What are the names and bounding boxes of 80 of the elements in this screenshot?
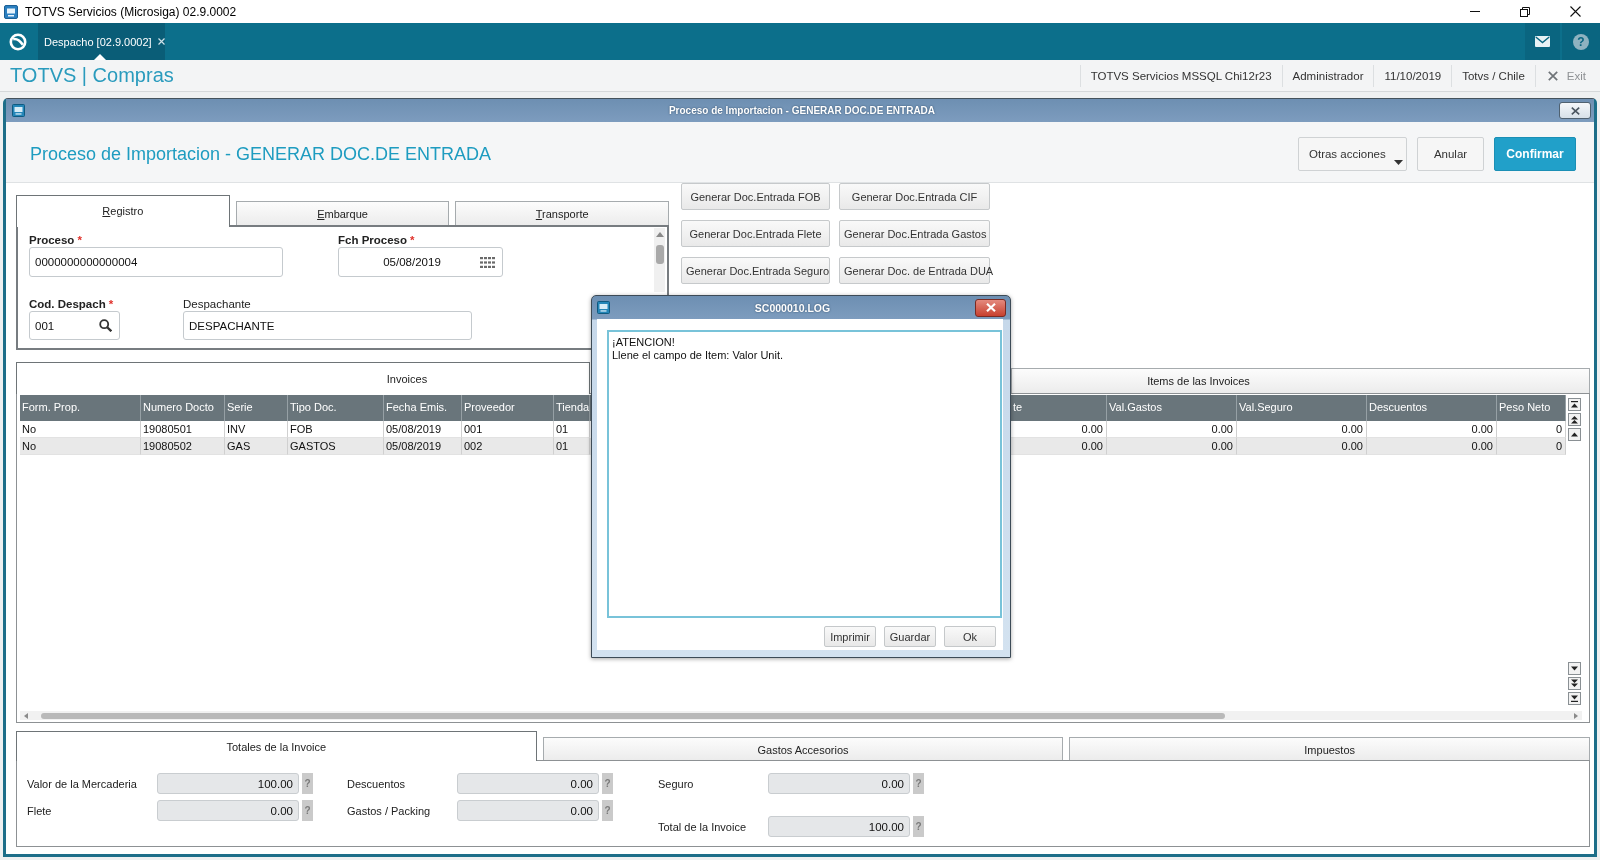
table-cell: 05/08/2019 xyxy=(384,438,462,455)
close-icon xyxy=(1570,106,1580,115)
app-tab[interactable]: Despacho [02.9.0002] xyxy=(38,23,165,60)
tab[interactable]: Items de las Invoices xyxy=(1011,368,1590,393)
close-button[interactable] xyxy=(1559,102,1591,119)
field-label: Total de la Invoice xyxy=(658,820,748,833)
table-cell: 01 xyxy=(554,438,590,455)
tab[interactable]: Impuestos xyxy=(1069,737,1590,760)
tab[interactable]: Registro xyxy=(16,195,230,227)
arrow-up-icon[interactable] xyxy=(1567,428,1581,441)
document-button[interactable]: Generar Doc.Entrada Gastos xyxy=(839,220,990,247)
window-icon xyxy=(12,104,25,117)
session-info-text: Administrador xyxy=(1281,64,1374,87)
arrow-down-icon[interactable] xyxy=(1567,662,1581,675)
field-label: Valor de la Mercaderia xyxy=(27,777,138,790)
table-cell: 0.00 xyxy=(1107,438,1237,455)
module-title: TOTVS | Compras xyxy=(10,64,174,87)
envelope-icon xyxy=(1535,36,1550,47)
lookup-field[interactable]: 001 xyxy=(29,311,120,340)
menu-button[interactable]: Otras acciones xyxy=(1298,137,1407,171)
date-field[interactable]: 05/08/2019 xyxy=(338,247,503,277)
log-line: Llene el campo de Item: Valor Unit. xyxy=(612,349,784,362)
window-title: TOTVS Servicios (Microsiga) 02.9.0002 xyxy=(25,4,237,19)
field-label: Cod. Despach * xyxy=(29,298,115,311)
field-label: Fch Proceso * xyxy=(338,234,416,247)
table-cell: 0.00 xyxy=(1237,438,1367,455)
arrow-bar-up-icon[interactable] xyxy=(1567,398,1581,411)
search-icon[interactable] xyxy=(99,319,112,332)
horizontal-scrollbar[interactable] xyxy=(20,711,1582,720)
field-label: Flete xyxy=(27,804,53,817)
calendar-icon[interactable] xyxy=(480,256,495,268)
dialog-title: SC000010.LOG xyxy=(753,301,832,314)
field-label: Seguro xyxy=(658,777,695,790)
text-field[interactable]: DESPACHANTE xyxy=(183,311,472,340)
close-icon xyxy=(985,303,996,312)
tab[interactable]: Invoices xyxy=(16,362,590,394)
caret-icon xyxy=(1394,160,1403,165)
window-title: Proceso de Importacion - GENERAR DOC.DE ENTRADA xyxy=(667,105,937,116)
field-label: Proceso * xyxy=(29,234,83,247)
session-info-text: 11/10/2019 xyxy=(1373,64,1452,87)
close-button[interactable] xyxy=(975,298,1006,317)
table-cell: GAS xyxy=(225,438,288,455)
double-arrow-up-icon[interactable] xyxy=(1567,413,1581,426)
double-arrow-down-icon[interactable] xyxy=(1567,677,1581,690)
document-button[interactable]: Generar Doc.Entrada FOB xyxy=(681,183,830,210)
document-button[interactable]: Generar Doc.Entrada Seguro xyxy=(681,257,830,284)
dialog-button[interactable]: Guardar xyxy=(884,626,936,647)
table-cell: 0 xyxy=(1497,438,1566,455)
action-button[interactable]: Anular xyxy=(1417,137,1484,171)
text-field[interactable]: 0000000000000004 xyxy=(29,247,283,277)
tab[interactable]: Totales de la Invoice xyxy=(16,731,537,761)
tab[interactable]: Gastos Accesorios xyxy=(542,737,1064,760)
table-cell: 19080502 xyxy=(141,438,225,455)
session-info-text: TOTVS Servicios MSSQL Chi12r23 xyxy=(1079,64,1282,87)
field-label: Despachante xyxy=(183,298,252,311)
tab[interactable]: Embarque xyxy=(235,201,450,225)
vertical-scrollbar[interactable] xyxy=(654,228,665,292)
restore-icon[interactable] xyxy=(1520,6,1530,17)
field-label: Descuentos xyxy=(347,777,407,790)
dialog-button[interactable]: Ok xyxy=(944,626,996,647)
table-cell: No xyxy=(20,438,141,455)
page-heading: Proceso de Importacion - GENERAR DOC.DE ENTRADA xyxy=(30,143,492,165)
arrow-bar-down-icon[interactable] xyxy=(1567,692,1581,705)
window-icon xyxy=(597,301,610,314)
document-button[interactable]: Generar Doc.Entrada CIF xyxy=(839,183,990,210)
dialog-button[interactable]: Imprimir xyxy=(824,626,876,647)
mail-button[interactable] xyxy=(1525,23,1560,60)
log-line: ¡ATENCION! xyxy=(612,336,676,349)
session-info-text: Totvs / Chile xyxy=(1451,64,1535,87)
table-cell: 002 xyxy=(462,438,554,455)
close-icon xyxy=(1547,70,1558,81)
document-button[interactable]: Generar Doc.Entrada Flete xyxy=(681,220,830,247)
log-text-area[interactable]: ¡ATENCION! Llene el campo de Item: Valor Unit. xyxy=(607,330,1002,618)
tab[interactable]: Transporte xyxy=(455,201,669,225)
logo-icon[interactable] xyxy=(9,32,27,51)
table-cell: GASTOS xyxy=(288,438,384,455)
field-label: Gastos / Packing xyxy=(347,804,432,817)
table-cell: 0.00 xyxy=(1367,438,1497,455)
close-icon[interactable] xyxy=(1569,6,1581,17)
app-icon xyxy=(4,4,18,19)
